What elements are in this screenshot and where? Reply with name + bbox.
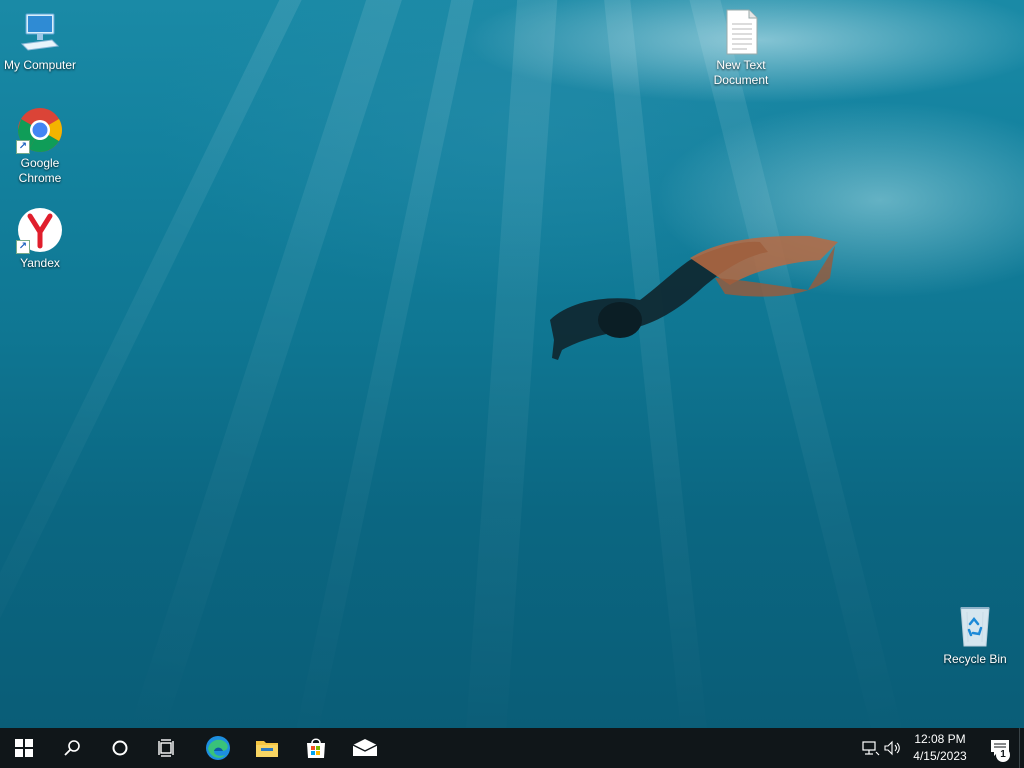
edge-button[interactable] <box>194 728 242 768</box>
show-desktop-button[interactable] <box>1019 728 1024 768</box>
volume-icon <box>884 740 900 756</box>
desktop-wallpaper <box>0 0 1024 728</box>
search-button[interactable] <box>48 728 96 768</box>
computer-icon <box>16 8 64 56</box>
search-icon <box>64 740 80 756</box>
task-view-icon <box>158 739 174 757</box>
cortana-button[interactable] <box>96 728 144 768</box>
desktop-icon-label: New Text Document <box>713 58 769 87</box>
desktop-icon-google-chrome[interactable]: ↗ Google Chrome <box>0 106 80 186</box>
light-ray <box>289 0 482 728</box>
network-icon <box>862 741 880 756</box>
volume-button[interactable] <box>882 740 904 756</box>
shortcut-arrow-icon: ↗ <box>16 140 30 154</box>
clock-date: 4/15/2023 <box>913 749 967 763</box>
desktop-icon-label: Recycle Bin <box>943 652 1007 666</box>
yandex-icon: ↗ <box>16 206 64 254</box>
mail-button[interactable] <box>341 728 389 768</box>
text-document-icon <box>717 8 765 56</box>
desktop-icon-label: Google Chrome <box>18 156 62 185</box>
clock-time: 12:08 PM <box>914 732 966 746</box>
light-ray <box>127 0 414 728</box>
desktop-icon-new-text-document[interactable]: New Text Document <box>701 8 781 88</box>
desktop-icon-yandex[interactable]: ↗ Yandex <box>0 206 80 271</box>
freediver-image <box>550 235 838 360</box>
task-view-button[interactable] <box>144 728 192 768</box>
edge-icon <box>206 736 230 760</box>
clock[interactable]: 12:08 PM 4/15/2023 <box>906 731 974 765</box>
notification-count-badge: 1 <box>996 748 1010 762</box>
store-button[interactable] <box>292 728 340 768</box>
taskbar: 12:08 PM 4/15/2023 1 <box>0 728 1024 768</box>
file-explorer-button[interactable] <box>243 728 291 768</box>
desktop-icon-label: Yandex <box>20 256 60 270</box>
cortana-circle-icon <box>112 740 128 756</box>
store-icon <box>307 738 325 758</box>
desktop-icon-recycle-bin[interactable]: Recycle Bin <box>935 602 1015 667</box>
system-tray <box>860 728 904 768</box>
folder-icon <box>256 741 278 757</box>
network-button[interactable] <box>860 740 882 756</box>
action-center-button[interactable]: 1 <box>976 728 1024 768</box>
start-button[interactable] <box>0 728 48 768</box>
mail-icon <box>352 739 378 756</box>
chrome-icon: ↗ <box>16 106 64 154</box>
recycle-bin-icon <box>951 602 999 650</box>
desktop-icon-label: My Computer <box>3 58 77 72</box>
desktop-icon-my-computer[interactable]: My Computer <box>0 8 80 73</box>
windows-logo-icon <box>15 739 33 757</box>
shortcut-arrow-icon: ↗ <box>16 240 30 254</box>
